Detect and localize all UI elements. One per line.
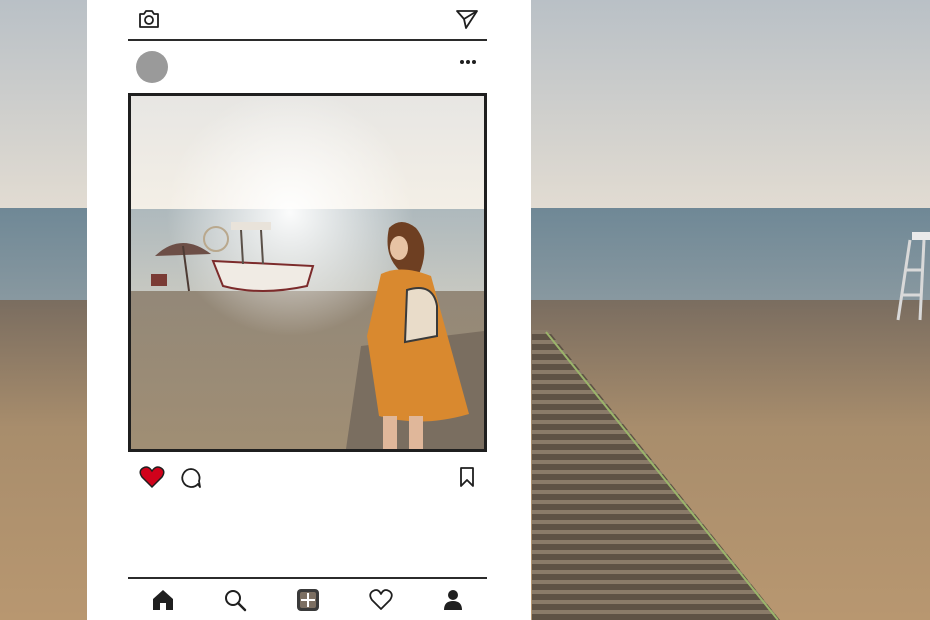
comment-icon[interactable]	[179, 466, 203, 490]
direct-message-icon[interactable]	[455, 8, 479, 30]
instagram-post-frame	[87, 0, 531, 620]
camera-icon[interactable]	[137, 8, 161, 30]
search-icon[interactable]	[223, 588, 247, 612]
post-actions	[87, 463, 531, 493]
post-photo[interactable]	[128, 93, 487, 452]
bottom-nav	[87, 585, 531, 615]
heart-filled-icon[interactable]	[139, 465, 165, 489]
profile-icon[interactable]	[441, 588, 465, 612]
avatar[interactable]	[136, 51, 168, 83]
header-divider	[128, 39, 487, 41]
reels-icon[interactable]	[296, 588, 320, 612]
bookmark-icon[interactable]	[458, 466, 476, 488]
nav-divider	[128, 577, 487, 579]
home-icon[interactable]	[151, 588, 175, 612]
more-options-icon[interactable]	[458, 56, 478, 68]
top-bar	[87, 0, 531, 40]
post-photo-image	[131, 96, 484, 449]
activity-heart-icon[interactable]	[369, 588, 393, 612]
